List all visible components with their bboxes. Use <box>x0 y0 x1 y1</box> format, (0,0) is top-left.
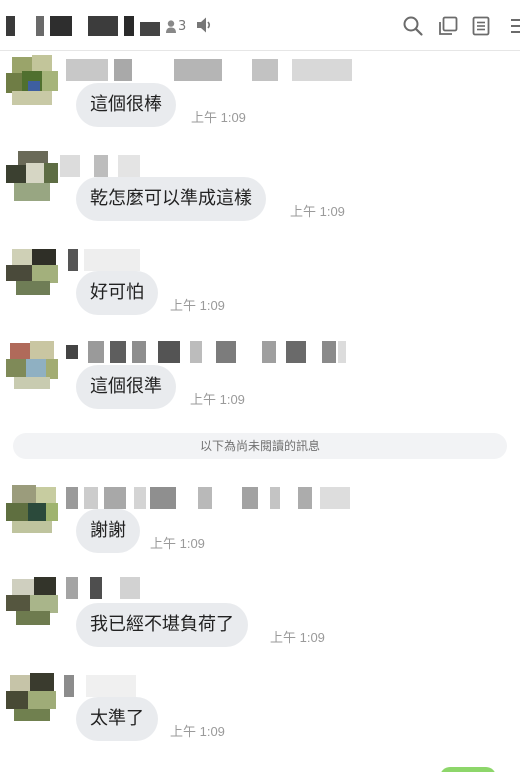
avatar[interactable] <box>6 575 58 627</box>
member-count: 3 <box>166 17 186 35</box>
person-icon <box>166 19 176 33</box>
avatar[interactable] <box>6 339 58 391</box>
member-count-value: 3 <box>178 18 187 34</box>
copy-icon[interactable] <box>437 15 459 37</box>
notes-icon[interactable] <box>470 15 492 37</box>
message-bubble[interactable]: 太準了 <box>76 697 158 741</box>
message-bubble[interactable]: 這個很棒 <box>76 83 176 127</box>
avatar[interactable] <box>6 671 58 723</box>
message-bubble[interactable]: 乾怎麼可以準成這樣 <box>76 177 266 221</box>
message-time: 上午 1:09 <box>191 110 246 125</box>
avatar[interactable] <box>6 151 58 203</box>
message-time: 上午 1:09 <box>170 724 225 739</box>
message-bubble[interactable]: 謝謝 <box>76 509 140 553</box>
message-time: 上午 1:09 <box>290 204 345 219</box>
message-time: 上午 1:09 <box>190 392 245 407</box>
message-time: 上午 1:09 <box>270 630 325 645</box>
chat-header: 3 <box>0 0 520 51</box>
avatar[interactable] <box>6 483 58 535</box>
own-message-bubble-partial[interactable] <box>440 767 496 772</box>
avatar[interactable] <box>6 245 58 297</box>
search-icon[interactable] <box>402 15 424 37</box>
menu-icon[interactable] <box>508 15 520 37</box>
message-bubble[interactable]: 我已經不堪負荷了 <box>76 603 248 647</box>
unread-divider: 以下為尚未閱讀的訊息 <box>13 433 507 459</box>
avatar[interactable] <box>6 55 58 107</box>
message-bubble[interactable]: 這個很準 <box>76 365 176 409</box>
message-time: 上午 1:09 <box>150 536 205 551</box>
chat-area[interactable]: 這個很棒 上午 1:09 乾怎麼可以準成這樣 上午 1:09 好可怕 上午 1:… <box>0 51 520 772</box>
message-time: 上午 1:09 <box>170 298 225 313</box>
message-bubble[interactable]: 好可怕 <box>76 271 158 315</box>
speaker-icon[interactable] <box>196 16 212 34</box>
